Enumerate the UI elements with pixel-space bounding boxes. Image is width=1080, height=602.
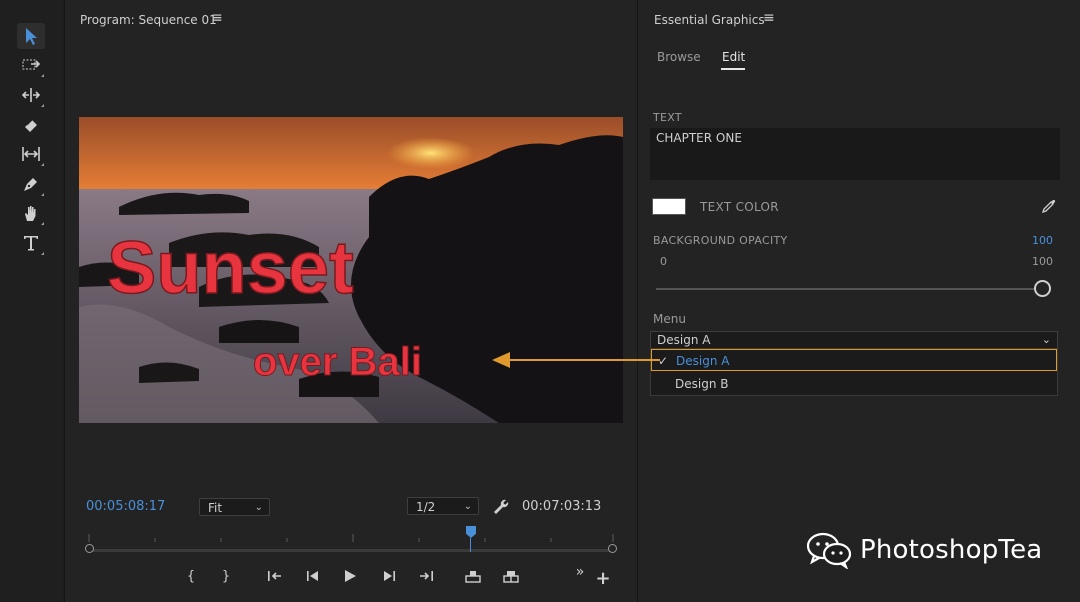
duration-timecode: 00:07:03:13 — [522, 499, 602, 514]
resolution-dropdown[interactable]: 1/2 ⌄ — [407, 497, 479, 515]
text-color-label: TEXT COLOR — [700, 200, 779, 214]
overlay-subtitle-text: over Bali — [253, 340, 422, 384]
pen-tool-icon[interactable] — [17, 171, 45, 197]
selection-tool-icon[interactable] — [17, 23, 45, 49]
slip-tool-icon[interactable] — [17, 141, 45, 167]
menu-option-label: Design B — [675, 377, 729, 391]
wechat-logo-icon — [806, 532, 852, 569]
go-to-out-button[interactable] — [416, 566, 436, 586]
out-point-handle[interactable] — [608, 544, 617, 553]
ruler-ticks — [88, 534, 614, 542]
overlay-title-text: Sunset — [107, 226, 354, 309]
menu-dropdown-list: ✓ Design A Design B — [650, 348, 1058, 396]
menu-option-design-b[interactable]: Design B — [651, 373, 1057, 395]
go-to-in-button[interactable] — [265, 566, 285, 586]
extract-button[interactable] — [501, 566, 521, 586]
tab-edit[interactable]: Edit — [722, 50, 745, 64]
lift-button[interactable] — [463, 566, 483, 586]
opacity-slider-handle[interactable] — [1034, 280, 1051, 297]
program-panel-title: Program: Sequence 01 — [80, 13, 217, 27]
chevron-down-icon: ⌄ — [254, 502, 263, 513]
timeline-scrubber[interactable] — [85, 526, 617, 558]
essential-graphics-panel: Essential Graphics ≡ Browse Edit TEXT CH… — [638, 0, 1080, 602]
add-button-icon[interactable]: + — [593, 568, 613, 589]
scrubber-track[interactable] — [89, 549, 613, 552]
razor-tool-icon[interactable] — [17, 112, 45, 138]
type-tool-icon[interactable] — [17, 230, 45, 256]
eyedropper-icon[interactable] — [1040, 197, 1058, 215]
wrench-settings-icon[interactable] — [491, 497, 509, 515]
panel-menu-icon[interactable]: ≡ — [211, 10, 223, 26]
in-point-handle[interactable] — [85, 544, 94, 553]
current-timecode[interactable]: 00:05:08:17 — [86, 499, 165, 514]
mark-in-button[interactable]: { — [181, 566, 201, 586]
fit-dropdown[interactable]: Fit ⌄ — [199, 498, 270, 516]
track-select-tool-icon[interactable] — [17, 52, 45, 78]
bg-opacity-label: BACKGROUND OPACITY — [653, 234, 788, 247]
playhead-line — [470, 538, 471, 552]
opacity-slider-track[interactable] — [656, 288, 1042, 290]
fit-dropdown-label: Fit — [208, 501, 223, 515]
more-controls-icon[interactable]: » — [570, 562, 590, 582]
tools-panel — [0, 0, 62, 602]
watermark: PhotoshopTea — [806, 530, 1042, 570]
step-back-button[interactable] — [303, 566, 323, 586]
video-preview[interactable]: Sunset over Bali — [79, 117, 623, 423]
chevron-down-icon: ⌄ — [463, 501, 472, 512]
text-section-label: TEXT — [653, 111, 682, 124]
slider-min-label: 0 — [660, 255, 667, 268]
bg-opacity-value[interactable]: 100 — [1032, 234, 1053, 247]
panel-menu-icon[interactable]: ≡ — [763, 10, 775, 26]
play-button[interactable] — [340, 566, 360, 586]
menu-option-design-a[interactable]: ✓ Design A — [651, 349, 1057, 371]
active-tab-underline — [721, 68, 745, 70]
watermark-text: PhotoshopTea — [860, 535, 1043, 565]
text-field[interactable]: CHAPTER ONE — [650, 128, 1060, 180]
tab-browse[interactable]: Browse — [657, 50, 701, 64]
chevron-down-icon: ⌄ — [1041, 333, 1051, 346]
menu-option-label: Design A — [676, 354, 730, 368]
ripple-edit-tool-icon[interactable] — [17, 82, 45, 108]
hand-tool-icon[interactable] — [17, 200, 45, 226]
menu-label: Menu — [653, 312, 686, 326]
step-forward-button[interactable] — [379, 566, 399, 586]
resolution-dropdown-label: 1/2 — [416, 500, 436, 514]
text-color-swatch[interactable] — [652, 198, 686, 215]
program-monitor-panel: Program: Sequence 01 ≡ Sunset over Bali … — [64, 0, 638, 602]
essential-graphics-title: Essential Graphics — [654, 13, 765, 27]
mark-out-button[interactable]: } — [216, 566, 236, 586]
slider-max-label: 100 — [1032, 255, 1053, 268]
menu-dropdown-value: Design A — [657, 333, 711, 347]
checkmark-icon: ✓ — [658, 354, 669, 368]
